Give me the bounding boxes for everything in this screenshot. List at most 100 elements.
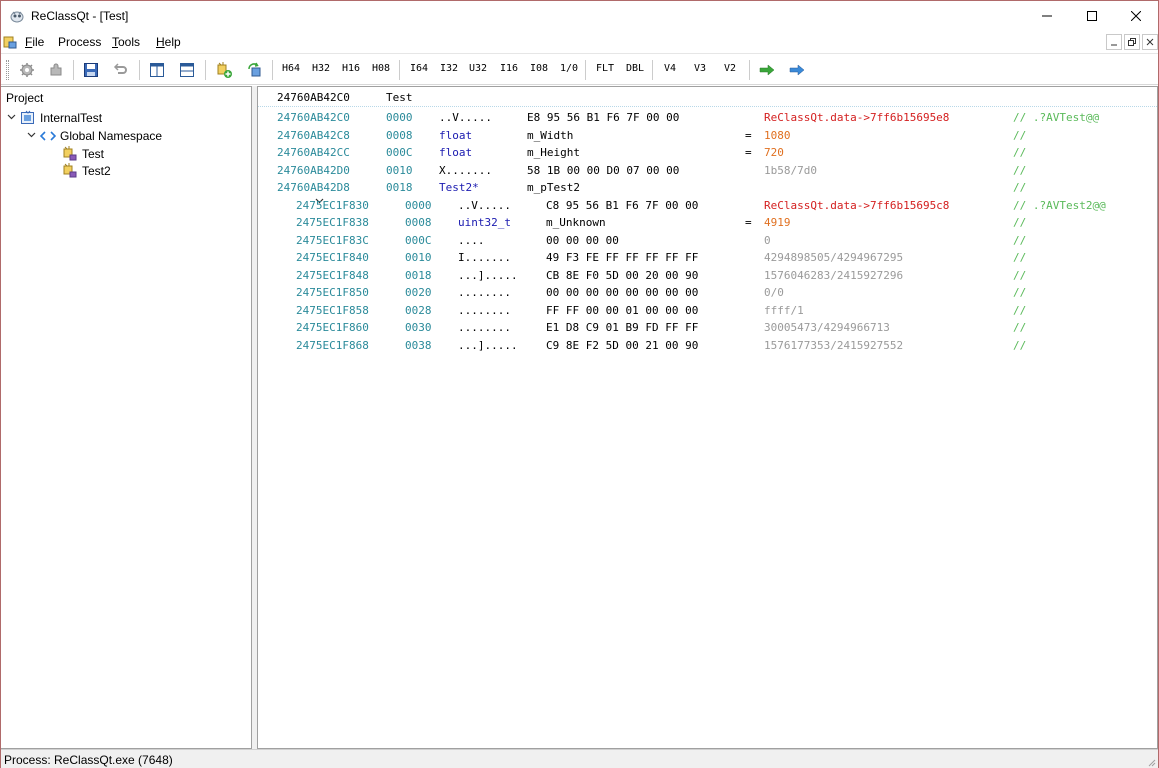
memory-row[interactable]: 2475EC1F848 0018 ...]..... CB 8E F0 5D 0… [258,267,1157,285]
row-type[interactable]: float [439,129,472,142]
row-comment[interactable]: // [1013,339,1026,352]
row-comment[interactable]: // .?AVTest@@ [1013,111,1099,124]
row-hex[interactable]: E1 D8 C9 01 B9 FD FF FF [546,321,698,334]
row-comment[interactable]: // [1013,269,1026,282]
menu-process[interactable]: Process [58,35,101,49]
type-button-i64[interactable]: I64 [410,63,428,74]
class-header[interactable]: 24760AB42C0 Test [258,87,1157,107]
project-panel-title: Project [6,91,44,105]
row-comment[interactable]: // [1013,181,1026,194]
row-hex[interactable]: 58 1B 00 00 D0 07 00 00 [527,164,679,177]
row-comment[interactable]: // [1013,234,1026,247]
class-header-name[interactable]: Test [386,91,413,104]
memory-row[interactable]: 24760AB42CC 000C float m_Height = 720 // [258,144,1157,162]
row-comment[interactable]: // [1013,251,1026,264]
row-name[interactable]: m_Width [527,129,573,142]
type-button-u32[interactable]: U32 [469,63,487,74]
row-hex[interactable]: CB 8E F0 5D 00 20 00 90 [546,269,698,282]
row-comment[interactable]: // [1013,164,1026,177]
row-comment[interactable]: // [1013,304,1026,317]
memory-row[interactable]: 2475EC1F858 0028 ........ FF FF 00 00 01… [258,302,1157,320]
type-button-h16[interactable]: H16 [342,63,360,74]
mdi-minimize-button[interactable] [1106,34,1122,50]
plugin-icon[interactable] [46,60,66,80]
row-comment[interactable]: // [1013,146,1026,159]
settings-icon[interactable] [17,60,37,80]
split-horizontal-icon[interactable] [177,60,197,80]
memory-row[interactable]: 2475EC1F838 0008 uint32_t m_Unknown = 49… [258,214,1157,232]
memory-view[interactable]: 24760AB42C0 Test 24760AB42C0 0000 ..V...… [257,86,1158,749]
title-bar[interactable]: ReClassQt - [Test] [1,1,1158,31]
resize-grip-icon[interactable] [1146,756,1156,767]
close-button[interactable] [1113,1,1158,31]
tree-item-global-namespace[interactable]: Global Namespace [27,127,162,144]
type-button-h32[interactable]: H32 [312,63,330,74]
row-hex[interactable]: E8 95 56 B1 F6 7F 00 00 [527,111,679,124]
chevron-down-icon[interactable] [7,112,19,124]
type-button-h08[interactable]: H08 [372,63,390,74]
menu-tools[interactable]: Tools [112,35,140,49]
row-type[interactable]: Test2* [439,181,479,194]
row-comment[interactable]: // [1013,321,1026,334]
tree-item-internaltest[interactable]: InternalTest [7,109,102,126]
row-type[interactable]: float [439,146,472,159]
row-comment[interactable]: // [1013,216,1026,229]
type-button-bool[interactable]: 1/0 [560,63,578,74]
row-comment[interactable]: // .?AVTest2@@ [1013,199,1106,212]
type-button-flt[interactable]: FLT [596,63,614,74]
menu-file[interactable]: File [25,35,44,49]
toolbar-grip[interactable] [6,60,9,80]
memory-row[interactable]: 2475EC1F83C 000C .... 00 00 00 00 0 // [258,232,1157,250]
memory-row[interactable]: 2475EC1F868 0038 ...]..... C9 8E F2 5D 0… [258,337,1157,355]
type-button-i08[interactable]: I08 [530,63,548,74]
mdi-close-button[interactable] [1142,34,1158,50]
row-equals: = [745,146,752,159]
row-comment[interactable]: // [1013,286,1026,299]
memory-row[interactable]: 24760AB42D8 0018 Test2* m_pTest2 // [258,179,1157,204]
row-value[interactable]: 1080 [764,129,791,142]
row-address: 2475EC1F850 [296,286,369,299]
memory-row[interactable]: 24760AB42D0 0010 X....... 58 1B 00 00 D0… [258,162,1157,180]
chevron-down-icon[interactable] [27,130,39,142]
type-button-v3[interactable]: V3 [694,63,706,74]
arrow-right-green-icon[interactable] [757,60,777,80]
arrow-right-blue-icon[interactable] [787,60,807,80]
row-name[interactable]: m_Height [527,146,580,159]
menu-help[interactable]: Help [156,35,181,49]
memory-row[interactable]: 2475EC1F830 0000 ..V..... C8 95 56 B1 F6… [258,197,1157,215]
row-hex[interactable]: C9 8E F2 5D 00 21 00 90 [546,339,698,352]
row-comment[interactable]: // [1013,129,1026,142]
row-hex[interactable]: 49 F3 FE FF FF FF FF FF [546,251,698,264]
memory-row[interactable]: 24760AB42C8 0008 float m_Width = 1080 // [258,127,1157,145]
tree-item-test2[interactable]: Test2 [61,162,111,179]
memory-row[interactable]: 2475EC1F860 0030 ........ E1 D8 C9 01 B9… [258,319,1157,337]
tree-item-test[interactable]: Test [61,145,104,162]
row-value[interactable]: 4919 [764,216,791,229]
type-button-dbl[interactable]: DBL [626,63,644,74]
refresh-class-icon[interactable] [245,60,265,80]
row-hex[interactable]: 00 00 00 00 00 00 00 00 [546,286,698,299]
memory-row[interactable]: 2475EC1F850 0020 ........ 00 00 00 00 00… [258,284,1157,302]
memory-row[interactable]: 24760AB42C0 0000 ..V..... E8 95 56 B1 F6… [258,109,1157,127]
row-hex[interactable]: FF FF 00 00 01 00 00 00 [546,304,698,317]
type-button-i32[interactable]: I32 [440,63,458,74]
memory-row[interactable]: 2475EC1F840 0010 I....... 49 F3 FE FF FF… [258,249,1157,267]
undo-icon[interactable] [111,60,131,80]
save-icon[interactable] [81,60,101,80]
row-name[interactable]: m_pTest2 [527,181,580,194]
maximize-button[interactable] [1069,1,1114,31]
row-hex[interactable]: C8 95 56 B1 F6 7F 00 00 [546,199,698,212]
add-class-icon[interactable] [214,60,234,80]
type-button-i16[interactable]: I16 [500,63,518,74]
row-value[interactable]: 720 [764,146,784,159]
row-hex[interactable]: 00 00 00 00 [546,234,619,247]
minimize-button[interactable] [1024,1,1069,31]
type-button-v2[interactable]: V2 [724,63,736,74]
type-button-h64[interactable]: H64 [282,63,300,74]
row-ascii: I....... [458,251,511,264]
row-type[interactable]: uint32_t [458,216,511,229]
type-button-v4[interactable]: V4 [664,63,676,74]
mdi-restore-button[interactable] [1124,34,1140,50]
row-name[interactable]: m_Unknown [546,216,606,229]
split-vertical-icon[interactable] [147,60,167,80]
